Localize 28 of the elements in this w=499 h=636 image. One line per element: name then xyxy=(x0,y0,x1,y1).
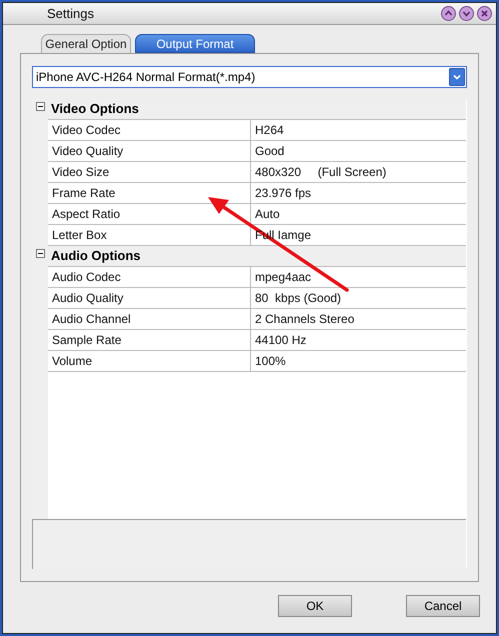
tab[interactable]: General Option xyxy=(41,34,131,53)
property-name: Audio Channel xyxy=(52,311,131,328)
property-name: Letter Box xyxy=(52,227,107,244)
property-name: Sample Rate xyxy=(52,332,122,349)
property-value[interactable]: H264 xyxy=(255,121,284,139)
close-icon[interactable] xyxy=(477,6,492,21)
property-name: Frame Rate xyxy=(52,185,116,202)
property-name: Video Quality xyxy=(52,143,124,160)
property-value[interactable]: Auto xyxy=(255,205,280,223)
dialog-button[interactable]: OK xyxy=(278,595,352,617)
maximize-icon[interactable] xyxy=(459,6,474,21)
property-name: Audio Codec xyxy=(52,269,121,286)
section-header: Audio Options xyxy=(51,247,141,266)
property-name: Aspect Ratio xyxy=(52,206,120,223)
section-header: Video Options xyxy=(51,100,139,118)
property-name: Audio Quality xyxy=(52,290,124,307)
format-dropdown[interactable]: iPhone AVC-H264 Normal Format(*.mp4) xyxy=(32,66,467,88)
collapse-toggle[interactable] xyxy=(36,102,44,111)
collapse-toggle[interactable] xyxy=(36,249,44,258)
tab[interactable]: Output Format xyxy=(135,34,255,53)
property-name: Video Size xyxy=(52,164,110,181)
property-value[interactable]: 100% xyxy=(255,352,286,370)
dialog-button[interactable]: Cancel xyxy=(406,595,480,617)
window-title: Settings xyxy=(47,4,95,23)
minimize-icon[interactable] xyxy=(441,6,456,21)
property-name: Video Codec xyxy=(52,122,120,139)
property-value[interactable]: Good xyxy=(255,142,284,160)
property-name: Volume xyxy=(52,353,92,370)
